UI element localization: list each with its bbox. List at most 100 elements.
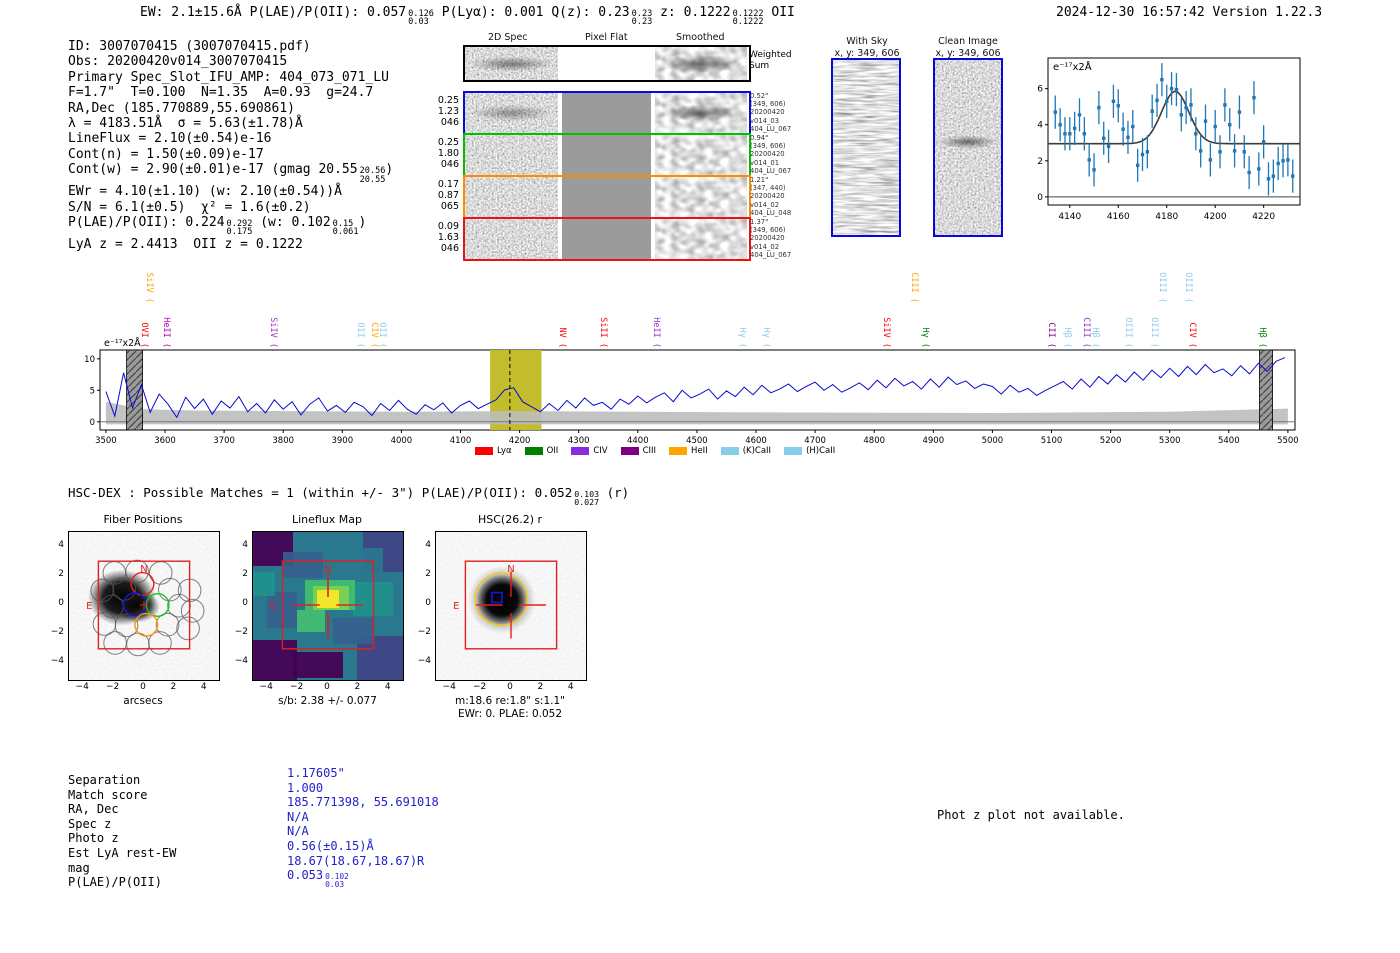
col-title-2dspec: 2D Spec xyxy=(488,32,528,43)
report-datetime-version: 2024-12-30 16:57:42 Version 1.22.3 xyxy=(1056,5,1322,20)
svg-text:4200: 4200 xyxy=(509,436,531,446)
spec2d-row-left-labels: 0.09 1.63 046 xyxy=(437,221,459,254)
cutout-x-tick: −4 xyxy=(259,682,273,692)
hsc-image-cutout: NE xyxy=(435,531,587,681)
legend-swatch xyxy=(475,447,493,455)
svg-text:3600: 3600 xyxy=(154,436,176,446)
match-row-label: Est LyA rest-EW xyxy=(68,845,177,860)
spec2d-cell-flat xyxy=(562,135,651,175)
cutout-y-tick: −2 xyxy=(50,627,64,638)
cutout-y-tick: 4 xyxy=(242,539,248,550)
spec2d-row-right-labels: 0.94" (349, 606) 20200420 v014_01 404_LU_067 xyxy=(750,134,792,175)
svg-text:N: N xyxy=(324,564,331,575)
svg-text:E: E xyxy=(86,601,92,612)
match-row-value: 0.053 0.102 0.03 xyxy=(287,868,349,889)
svg-text:E: E xyxy=(270,601,276,612)
match-row-label: Separation xyxy=(68,773,141,787)
cutout-x-tick: 2 xyxy=(170,682,177,692)
elixer-report-page: { "header": { "left_segments": [ {"text"… xyxy=(0,0,1400,953)
info-line: S/N = 6.1(±0.5) χ² = 1.6(±0.2) xyxy=(68,199,311,215)
svg-text:5100: 5100 xyxy=(1041,436,1063,446)
match-row-label: Match score xyxy=(68,787,148,802)
spec2d-cell-flat xyxy=(562,177,651,217)
spec2d-row-left-labels: 0.17 0.87 065 xyxy=(437,179,459,212)
cutout-y-tick: −2 xyxy=(234,627,248,638)
match-row-value: 1.17605" xyxy=(287,766,345,780)
svg-text:3700: 3700 xyxy=(213,436,235,446)
svg-text:4500: 4500 xyxy=(686,436,708,446)
svg-text:5400: 5400 xyxy=(1218,436,1240,446)
svg-text:4800: 4800 xyxy=(863,436,885,446)
cutout-x-tick: 4 xyxy=(200,682,207,692)
cutout-y-tick: 2 xyxy=(425,568,431,579)
fiber-positions-title: Fiber Positions xyxy=(103,513,183,526)
cutout-y-tick: 4 xyxy=(425,539,431,550)
info-line: Cont(n) = 1.50(±0.09)e-17 xyxy=(68,146,264,162)
svg-text:0: 0 xyxy=(90,418,95,428)
spectrum-line-label: OIII ( xyxy=(1156,272,1167,303)
spec2d-cell-smooth xyxy=(655,135,747,175)
spectrum-line-label: OIII ( xyxy=(1183,272,1194,303)
col-title-pixelflat: Pixel Flat xyxy=(585,32,628,43)
spec2d-cell-fine xyxy=(465,135,558,175)
cutout-y-tick: −4 xyxy=(234,656,248,667)
match-row-label: P(LAE)/P(OII) xyxy=(68,875,162,890)
info-line: P(LAE)/P(OII): 0.224 0.292 0.175 (w: 0.102… xyxy=(68,215,367,238)
spec2d-row-right-labels: 1.21" (347, 440) 20200420 v014_02 404_LU_048 xyxy=(750,176,792,217)
svg-text:0: 0 xyxy=(1037,193,1043,203)
spec2d-cell-fine xyxy=(465,219,558,259)
match-table-labels: Separation Match score RA, Dec Spec z Photo … xyxy=(68,773,176,890)
photz-note: Phot z plot not available. xyxy=(937,808,1125,822)
match-row-label: Photo z xyxy=(68,831,119,846)
cutout-x-tick: 2 xyxy=(537,682,544,692)
svg-text:5500: 5500 xyxy=(1277,436,1299,446)
lineflux-caption: s/b: 2.38 +/- 0.077 xyxy=(278,695,377,707)
cutout-x-tick: 4 xyxy=(567,682,574,692)
lineflux-map-title: Lineflux Map xyxy=(291,513,363,526)
svg-text:E: E xyxy=(453,601,459,612)
info-line: ID: 3007070415 (3007070415.pdf) xyxy=(68,39,311,54)
svg-text:4900: 4900 xyxy=(922,436,944,446)
match-row-value: N/A xyxy=(287,809,309,824)
weighted-2dspec-image xyxy=(465,47,558,80)
cutout-x-tick: 0 xyxy=(507,682,513,692)
spectrum-legend: Lyα OII CIV CIII HeII (K)CaII (H)CaII xyxy=(475,446,835,456)
cutout-x-tick: 0 xyxy=(140,682,146,692)
report-datetime: 2024-12-30 16:57:42 xyxy=(1056,5,1205,20)
cutout-y-tick: −4 xyxy=(417,656,431,667)
svg-text:2: 2 xyxy=(1037,157,1043,167)
cutout-y-tick: 0 xyxy=(58,598,64,608)
cutout-x-tick: −2 xyxy=(105,682,120,692)
match-row-value: 185.771398, 55.691018 xyxy=(287,795,439,810)
info-line: LineFlux = 2.10(±0.54)e-16 xyxy=(68,131,272,147)
cutout-y-tick: 2 xyxy=(242,568,248,579)
legend-item: (H)CaII xyxy=(784,446,835,456)
fiber-xlabel: arcsecs xyxy=(123,695,163,707)
match-row-value: N/A xyxy=(287,824,309,839)
weighted-sum-row xyxy=(463,45,751,82)
svg-text:5000: 5000 xyxy=(982,436,1004,446)
spec2d-row xyxy=(463,175,751,219)
spec2d-cell-fine xyxy=(465,177,558,217)
svg-text:4300: 4300 xyxy=(568,436,590,446)
svg-text:4600: 4600 xyxy=(745,436,767,446)
info-line: LyA z = 2.4413 OII z = 0.1222 xyxy=(68,237,303,253)
svg-text:6: 6 xyxy=(1037,85,1043,95)
legend-swatch xyxy=(669,447,688,455)
match-table-values: 1.17605" 1.000 185.771398, 55.691018 N/A N/A… xyxy=(287,766,439,889)
info-line: Cont(w) = 2.90(±0.01)e-17 (gmag 20.55 20.… xyxy=(68,162,394,185)
svg-text:3900: 3900 xyxy=(331,436,353,446)
cutout-x-tick: 2 xyxy=(354,682,361,692)
match-row-value: 1.000 xyxy=(287,780,324,795)
svg-text:4220: 4220 xyxy=(1252,212,1275,222)
cleanimage-image xyxy=(933,58,1003,237)
summary-header-line: EW: 2.1±15.6Å P(LAE)/P(OII): 0.057 0.126 0… xyxy=(140,5,795,28)
cutout-y-tick: 0 xyxy=(425,598,431,608)
hsc-caption-2: EWr: 0. PLAE: 0.052 xyxy=(457,708,563,720)
spec2d-cell-smooth xyxy=(655,93,747,133)
svg-text:5: 5 xyxy=(90,386,95,396)
cutout-x-tick: −2 xyxy=(289,682,304,692)
svg-text:4400: 4400 xyxy=(627,436,649,446)
svg-text:3500: 3500 xyxy=(95,436,117,446)
weighted-pixelflat-image xyxy=(562,47,651,80)
